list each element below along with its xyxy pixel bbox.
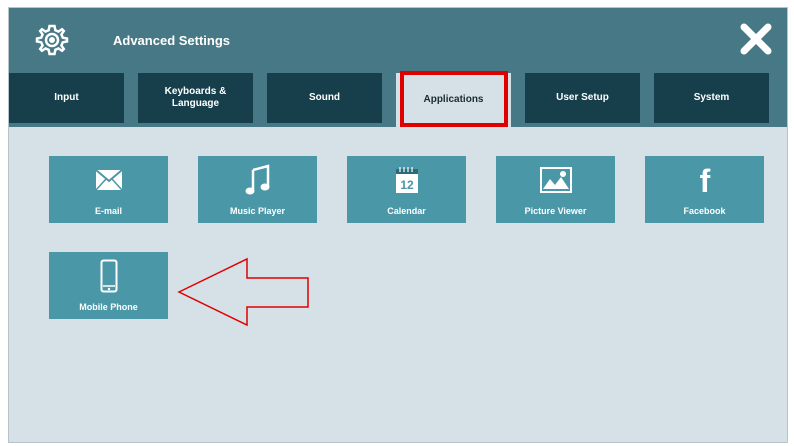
settings-window: Advanced Settings Input Keyboards & Lang… xyxy=(8,7,788,443)
tile-calendar[interactable]: 12 Calendar xyxy=(347,156,466,223)
tile-mobile-phone[interactable]: Mobile Phone xyxy=(49,252,168,319)
tab-keyboards-language[interactable]: Keyboards & Language xyxy=(138,73,253,123)
calendar-icon: 12 xyxy=(395,167,418,193)
title-bar: Advanced Settings xyxy=(9,8,787,73)
tab-system[interactable]: System xyxy=(654,73,769,123)
tile-email[interactable]: E-mail xyxy=(49,156,168,223)
annotation-arrow-icon xyxy=(177,257,309,327)
tile-label: Facebook xyxy=(683,206,726,216)
tab-bar: Input Keyboards & Language Sound Applica… xyxy=(9,73,787,127)
tile-label: E-mail xyxy=(94,206,122,216)
tab-user-setup[interactable]: User Setup xyxy=(525,73,640,123)
tile-label: Mobile Phone xyxy=(79,302,138,312)
email-icon xyxy=(94,169,123,191)
tile-facebook[interactable]: f Facebook xyxy=(645,156,764,223)
tile-label: Music Player xyxy=(229,206,286,216)
tile-label: Calendar xyxy=(387,206,426,216)
window-title: Advanced Settings xyxy=(113,33,231,48)
mobile-phone-icon xyxy=(100,259,117,293)
tile-music-player[interactable]: Music Player xyxy=(198,156,317,223)
calendar-day-number: 12 xyxy=(400,178,414,192)
facebook-icon: f xyxy=(699,164,710,196)
gear-icon[interactable] xyxy=(35,23,69,57)
picture-icon xyxy=(539,167,572,193)
annotation-highlight-box xyxy=(400,71,508,127)
tile-picture-viewer[interactable]: Picture Viewer xyxy=(496,156,615,223)
tab-input[interactable]: Input xyxy=(9,73,124,123)
tile-label: Picture Viewer xyxy=(524,206,587,216)
music-note-icon xyxy=(245,164,269,195)
tab-sound[interactable]: Sound xyxy=(267,73,382,123)
close-icon[interactable] xyxy=(739,22,773,56)
facebook-letter: f xyxy=(699,164,710,196)
